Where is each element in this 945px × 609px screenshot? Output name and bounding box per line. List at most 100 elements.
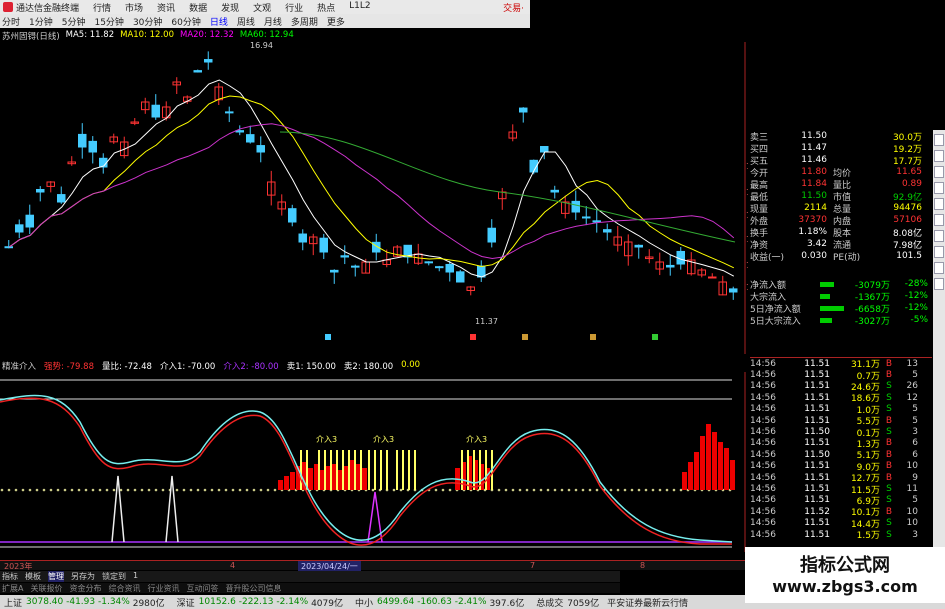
kline-chart[interactable]: 14.00 13.50 13.00 12.50 12.00 11.50 16.94 11.37 [0,42,748,354]
trade-time: 14:56 [750,392,776,403]
trade-count: 11 [906,483,918,494]
trade-row[interactable]: 14:56 11.51 1.5万 S 3 [750,529,932,542]
indicator-tab[interactable]: 锁定到 [102,571,126,582]
period-button[interactable]: 60分钟 [171,15,200,28]
zx-index-pct: -2.41% [454,597,487,607]
signal-marker-icon [590,334,596,340]
candle-body [571,200,580,213]
price-axis-label: 11.50 [746,283,748,292]
indicator-value: 强势: -79.88 [44,362,94,372]
quote-row: 今开 11.80 均价 11.65 [750,166,932,179]
period-button[interactable]: 更多 [327,15,345,28]
bottom-tab[interactable]: 关联报价 [30,583,62,593]
candle-body [550,189,559,193]
trade-count: 10 [906,506,918,517]
menu-item[interactable]: 行业 [285,1,303,14]
bottom-tab[interactable]: 扩展A [2,583,23,593]
side-button[interactable] [934,182,944,194]
baseline-dot [154,488,158,492]
side-button[interactable] [934,166,944,178]
menu-item[interactable]: 发现 [221,1,239,14]
period-toolbar: 分时 1分钟 5分钟 15分钟 30分钟 60分钟 日线 周线 月线 多周期 更多 [0,14,530,28]
menu-item[interactable]: 数据 [189,1,207,14]
flow-pct: -12% [904,303,928,313]
trade-price: 11.51 [804,483,830,494]
flow-bar [820,317,832,323]
menu-item[interactable]: 市场 [125,1,143,14]
indicator-bar [485,450,487,490]
indicator-bar [467,450,469,490]
side-button[interactable] [934,246,944,258]
baseline-dot [658,488,662,492]
menu-item[interactable]: 文观 [253,1,271,14]
indicator-tab[interactable]: 管理 [48,571,64,582]
indicator-tab[interactable]: 另存为 [71,571,95,582]
menu-item[interactable]: 行情 [93,1,111,14]
period-button[interactable]: 月线 [264,15,282,28]
candle-body [540,146,549,153]
side-button[interactable] [934,262,944,274]
period-button[interactable]: 多周期 [291,15,318,28]
bottom-tab[interactable]: 资金分布 [69,583,101,593]
indicator-chart[interactable]: 150.0125.0100.075.050.025.00.00156.06介入3… [0,372,748,552]
indicator-tab[interactable]: 指标 [2,571,18,582]
period-button[interactable]: 周线 [237,15,255,28]
watermark: 指标公式网 www.zbgs3.com [745,547,945,603]
period-button[interactable]: 日线 [210,15,228,28]
baseline-dot [126,488,130,492]
indicator-tab[interactable]: 1 [133,571,138,582]
side-button[interactable] [934,278,944,290]
zx-index-label[interactable]: 中小 [355,596,373,609]
sh-index-label[interactable]: 上证 [4,596,22,609]
period-button[interactable]: 分时 [2,15,20,28]
candle-body [351,265,360,268]
quote-value: 0.89 [901,179,922,189]
stock-name[interactable]: 苏州固锝(日线) [2,30,60,42]
baseline-dot [196,488,200,492]
indicator-name[interactable]: 精准介入 [2,360,36,372]
baseline-dot [189,488,193,492]
menu-item[interactable]: L1L2 [349,1,370,14]
menu-item[interactable]: 热点 [317,1,335,14]
period-button[interactable]: 1分钟 [29,15,53,28]
indicator-tab[interactable]: 模板 [25,571,41,582]
date-label: 8 [640,561,646,570]
indicator-bar [306,450,308,490]
bottom-tab[interactable]: 互动问答 [186,583,218,593]
quote-row: 最高 11.84 量比 0.89 [750,178,932,191]
money-flow-panel: 净流入额 -3079万 -28% 大宗流入 -1367万 -12% 5日净流入额 -6658万… [750,278,932,354]
candle-body [204,59,213,63]
bottom-tab[interactable]: 行业资讯 [147,583,179,593]
date-label: 7 [530,561,536,570]
quote-value: 0.030 [801,251,827,261]
trade-menu[interactable]: 交易· [503,1,524,14]
sz-index-label[interactable]: 深证 [177,596,195,609]
bottom-tab[interactable]: 晋升股公司信息 [225,583,281,593]
candle-body [330,269,339,273]
indicator-value: 卖2: 180.00 [343,362,394,372]
trade-count: 10 [906,461,918,472]
trade-time: 14:56 [750,404,776,415]
candle-body [487,227,496,243]
baseline-dot [609,488,613,492]
quote-row: 收益(一) 0.030 PE(动) 101.5 [750,250,932,263]
candle-body [246,134,255,143]
side-button[interactable] [934,134,944,146]
menu-item[interactable]: 资讯 [157,1,175,14]
side-button[interactable] [934,230,944,242]
side-button[interactable] [934,214,944,226]
period-button[interactable]: 30分钟 [133,15,162,28]
period-button[interactable]: 15分钟 [94,15,123,28]
side-button[interactable] [934,198,944,210]
indicator-bar [330,450,332,490]
trade-side: S [886,518,892,529]
period-button[interactable]: 5分钟 [62,15,86,28]
candle-body [424,261,433,264]
baseline-dot [441,488,445,492]
candle-body [78,133,87,148]
baseline-dot [175,488,179,492]
indicator-tabs: 指标 模板 管理 另存为 锁定到 1 [0,571,620,582]
quote-row: 现量 2114 总量 94476 [750,202,932,215]
side-button[interactable] [934,150,944,162]
bottom-tab[interactable]: 综合资讯 [108,583,140,593]
